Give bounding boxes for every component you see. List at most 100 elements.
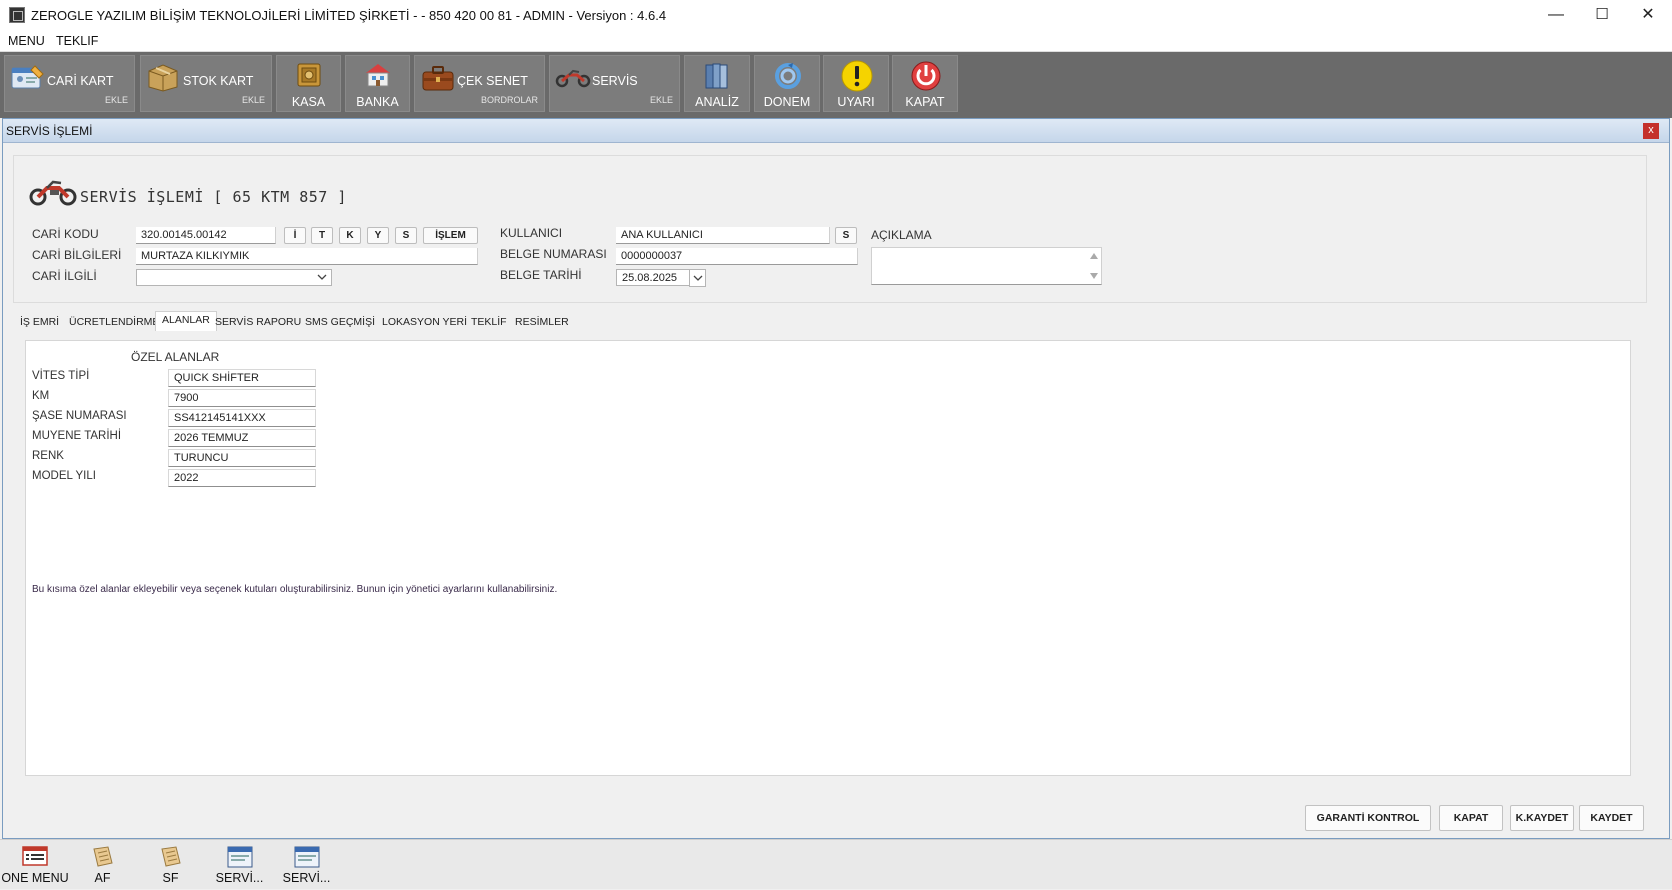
main-toolbar: CARİ KART EKLE STOK KART EKLE KASA BANKA [0,52,1672,118]
tab-sms-gecmisi[interactable]: SMS GEÇMİŞİ [305,316,375,328]
toolbar-servis-label: SERVİS [592,74,638,88]
field-label: ŞASE NUMARASI [32,410,127,422]
toolbar-stok-kart-sub: EKLE [241,95,265,105]
briefcase-icon [422,66,454,91]
cari-s-button[interactable]: S [395,227,417,244]
toolbar-uyari-button[interactable]: UYARI [823,55,889,112]
cari-i-button[interactable]: İ [284,227,306,244]
task-label: ONE MENU [1,871,69,885]
toolbar-uyari-label: UYARI [837,95,875,109]
document-icon [92,846,113,867]
toolbar-cari-kart-button[interactable]: CARİ KART EKLE [4,55,135,112]
belge-tarihi-dropdown-button[interactable] [689,269,706,287]
toolbar-cek-senet-button[interactable]: ÇEK SENET BORDROLAR [414,55,545,112]
alanlar-tab-panel: ÖZEL ALANLAR VİTES TİPİ QUICK SHİFTER KM… [25,340,1631,776]
menu-item-menu[interactable]: MENU [8,34,45,48]
aciklama-textarea[interactable] [871,247,1102,285]
kullanici-s-button[interactable]: S [835,227,857,244]
tab-ucretlendirme[interactable]: ÜCRETLENDİRME [69,316,159,328]
muyene-tarihi-field[interactable]: 2026 TEMMUZ [168,429,316,447]
cari-k-button[interactable]: K [339,227,361,244]
toolbar-analiz-label: ANALİZ [695,95,739,109]
aciklama-label: AÇIKLAMA [871,228,932,242]
servis-heading: SERVİS İŞLEMİ [ 65 KTM 857 ] [80,188,347,206]
task-label: AF [94,871,111,885]
servis-window-title: SERVİS İŞLEMİ [6,124,93,138]
tab-alanlar[interactable]: ALANLAR [155,311,217,331]
task-one-menu[interactable]: ONE MENU [0,840,70,890]
box-icon [148,64,178,92]
window-title: ZEROGLE YAZILIM BİLİŞİM TEKNOLOJİLERİ Lİ… [31,8,667,23]
toolbar-kapat-button[interactable]: KAPAT [892,55,958,112]
cari-ilgili-dropdown[interactable] [136,269,332,286]
model-yili-field[interactable]: 2022 [168,469,316,487]
renk-field[interactable]: TURUNCU [168,449,316,467]
cari-y-button[interactable]: Y [367,227,389,244]
task-label: SF [162,871,179,885]
cari-kodu-label: CARİ KODU [32,227,99,241]
kapat-button[interactable]: KAPAT [1439,805,1503,831]
id-card-icon [11,65,44,89]
power-icon [911,61,941,91]
warning-icon [841,60,873,92]
kaydet-button[interactable]: KAYDET [1579,805,1644,831]
toolbar-servis-sub: EKLE [649,95,673,105]
tab-resimler[interactable]: RESİMLER [515,316,569,328]
toolbar-kapat-label: KAPAT [905,95,945,109]
toolbar-cek-senet-label: ÇEK SENET [457,74,528,88]
task-label: SERVİ... [215,871,264,885]
tab-teklif[interactable]: TEKLİF [471,316,507,328]
cari-islem-button[interactable]: İŞLEM [423,227,478,244]
binders-icon [705,63,728,89]
km-field[interactable]: 7900 [168,389,316,407]
belge-tarihi-label: BELGE TARİHİ [500,268,582,282]
minimize-button[interactable]: — [1533,0,1579,32]
task-sf[interactable]: SF [148,840,193,890]
field-label: KM [32,390,50,402]
k-kaydet-button[interactable]: K.KAYDET [1510,805,1574,831]
kullanici-field[interactable]: ANA KULLANICI [616,227,830,244]
ozel-alanlar-header: ÖZEL ALANLAR [131,350,220,364]
servis-window-titlebar: SERVİS İŞLEMİ x [3,119,1669,143]
garanti-kontrol-button[interactable]: GARANTİ KONTROL [1305,805,1431,831]
chevron-down-icon [693,275,703,281]
belge-numarasi-field[interactable]: 0000000037 [616,248,858,265]
servis-window-close-button[interactable]: x [1643,123,1659,139]
cari-ilgili-label: CARİ İLGİLİ [32,269,97,283]
cari-kodu-field[interactable]: 320.00145.00142 [136,227,276,244]
toolbar-donem-button[interactable]: DONEM [754,55,820,112]
scroll-up-icon[interactable] [1090,253,1098,259]
toolbar-analiz-button[interactable]: ANALİZ [684,55,750,112]
aciklama-scrollbar[interactable] [1087,248,1101,284]
window-titlebar: ZEROGLE YAZILIM BİLİŞİM TEKNOLOJİLERİ Lİ… [0,0,1672,32]
tab-servis-raporu[interactable]: SERVİS RAPORU [215,316,301,328]
sase-numarasi-field[interactable]: SS412145141XXX [168,409,316,427]
close-button[interactable]: ✕ [1625,0,1671,32]
app-icon [9,7,25,23]
safe-icon [297,63,321,87]
window-icon [227,846,252,868]
tab-is-emri[interactable]: İŞ EMRİ [20,316,59,328]
toolbar-stok-kart-button[interactable]: STOK KART EKLE [140,55,272,112]
task-af[interactable]: AF [80,840,125,890]
toolbar-cari-kart-label: CARİ KART [47,74,114,88]
field-label: RENK [32,450,64,462]
task-servis-1[interactable]: SERVİ... [212,840,267,890]
scroll-down-icon[interactable] [1090,273,1098,279]
toolbar-kasa-button[interactable]: KASA [276,55,341,112]
cari-t-button[interactable]: T [311,227,333,244]
maximize-button[interactable]: ☐ [1579,0,1625,32]
kullanici-label: KULLANICI [500,226,563,240]
toolbar-servis-button[interactable]: SERVİS EKLE [549,55,680,112]
menu-item-teklif[interactable]: TEKLIF [56,34,98,48]
toolbar-stok-kart-label: STOK KART [183,74,254,88]
toolbar-cari-kart-sub: EKLE [104,95,128,105]
vites-tipi-field[interactable]: QUICK SHİFTER [168,369,316,387]
cari-bilgileri-field[interactable]: MURTAZA KILKIYMIK [136,248,478,265]
belge-tarihi-field[interactable]: 25.08.2025 [616,269,690,286]
toolbar-cek-senet-sub: BORDROLAR [480,95,538,105]
field-label: MODEL YILI [32,470,96,482]
toolbar-banka-button[interactable]: BANKA [345,55,410,112]
tab-lokasyon-yeri[interactable]: LOKASYON YERİ [382,316,467,328]
task-servis-2[interactable]: SERVİ... [279,840,334,890]
